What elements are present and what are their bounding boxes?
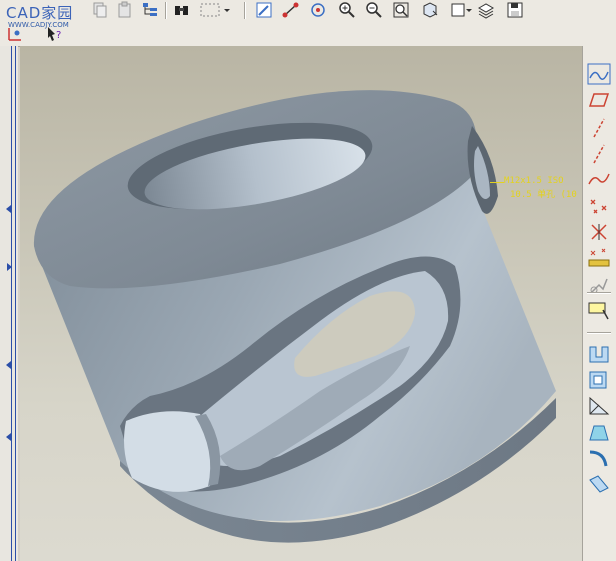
analysis-icon[interactable] bbox=[586, 274, 612, 298]
zoom-fit-icon[interactable] bbox=[391, 0, 411, 20]
axis-display-icon[interactable] bbox=[6, 24, 26, 44]
tree-icon[interactable] bbox=[140, 0, 160, 20]
select-box-icon[interactable] bbox=[198, 0, 234, 20]
svg-text:?: ? bbox=[56, 30, 61, 41]
chamfer-icon[interactable] bbox=[586, 472, 612, 496]
datum-axis-icon[interactable] bbox=[586, 116, 612, 140]
collapse-arrow-icon[interactable] bbox=[5, 426, 13, 441]
binoculars-icon[interactable] bbox=[172, 0, 192, 20]
annotation-leader bbox=[490, 182, 504, 183]
thread-annotation-line1: M12x1.5 ISO bbox=[504, 176, 564, 186]
main-toolbar: CAD家园 WWW.CADJY.COM ? bbox=[0, 0, 616, 47]
expand-arrow-icon[interactable] bbox=[5, 256, 13, 271]
sketch-icon[interactable] bbox=[254, 0, 274, 20]
layers-icon[interactable] bbox=[476, 0, 496, 20]
copy-icon[interactable] bbox=[90, 0, 110, 20]
datum-icon[interactable] bbox=[281, 0, 301, 20]
model-tree-panel bbox=[0, 46, 18, 561]
draft-icon[interactable] bbox=[586, 420, 612, 444]
collapse-arrow-icon[interactable] bbox=[5, 354, 13, 369]
datum-axis-icon[interactable] bbox=[586, 142, 612, 166]
shell-icon[interactable] bbox=[586, 368, 612, 392]
logo-text: CAD家园 bbox=[6, 4, 74, 22]
zoom-in-icon[interactable] bbox=[337, 0, 357, 20]
saved-view-icon[interactable] bbox=[449, 0, 473, 20]
sketch-curve-icon[interactable] bbox=[586, 168, 612, 192]
feature-toolbar bbox=[582, 46, 616, 561]
collapse-arrow-icon[interactable] bbox=[5, 198, 13, 213]
save-icon[interactable] bbox=[505, 0, 525, 20]
rib-icon[interactable] bbox=[586, 394, 612, 418]
coordinate-system-icon[interactable] bbox=[586, 246, 612, 270]
round-icon[interactable] bbox=[586, 446, 612, 470]
view-icon[interactable] bbox=[420, 0, 440, 20]
help-pointer-icon[interactable]: ? bbox=[44, 24, 64, 44]
sketched-point-icon[interactable] bbox=[586, 220, 612, 244]
paste-icon[interactable] bbox=[115, 0, 135, 20]
zoom-out-icon[interactable] bbox=[364, 0, 384, 20]
note-icon[interactable] bbox=[586, 298, 612, 322]
model-viewport[interactable]: M12x1.5 ISO 10.5 单孔 (10 bbox=[20, 46, 582, 561]
thread-annotation-line2: 10.5 单孔 (10 bbox=[510, 190, 577, 200]
cylinder-part-model bbox=[33, 90, 556, 543]
datum-plane-icon[interactable] bbox=[586, 88, 612, 112]
hole-icon[interactable] bbox=[586, 342, 612, 366]
curve-display-icon[interactable] bbox=[586, 62, 612, 86]
spin-icon[interactable] bbox=[308, 0, 328, 20]
datum-point-icon[interactable] bbox=[586, 194, 612, 218]
